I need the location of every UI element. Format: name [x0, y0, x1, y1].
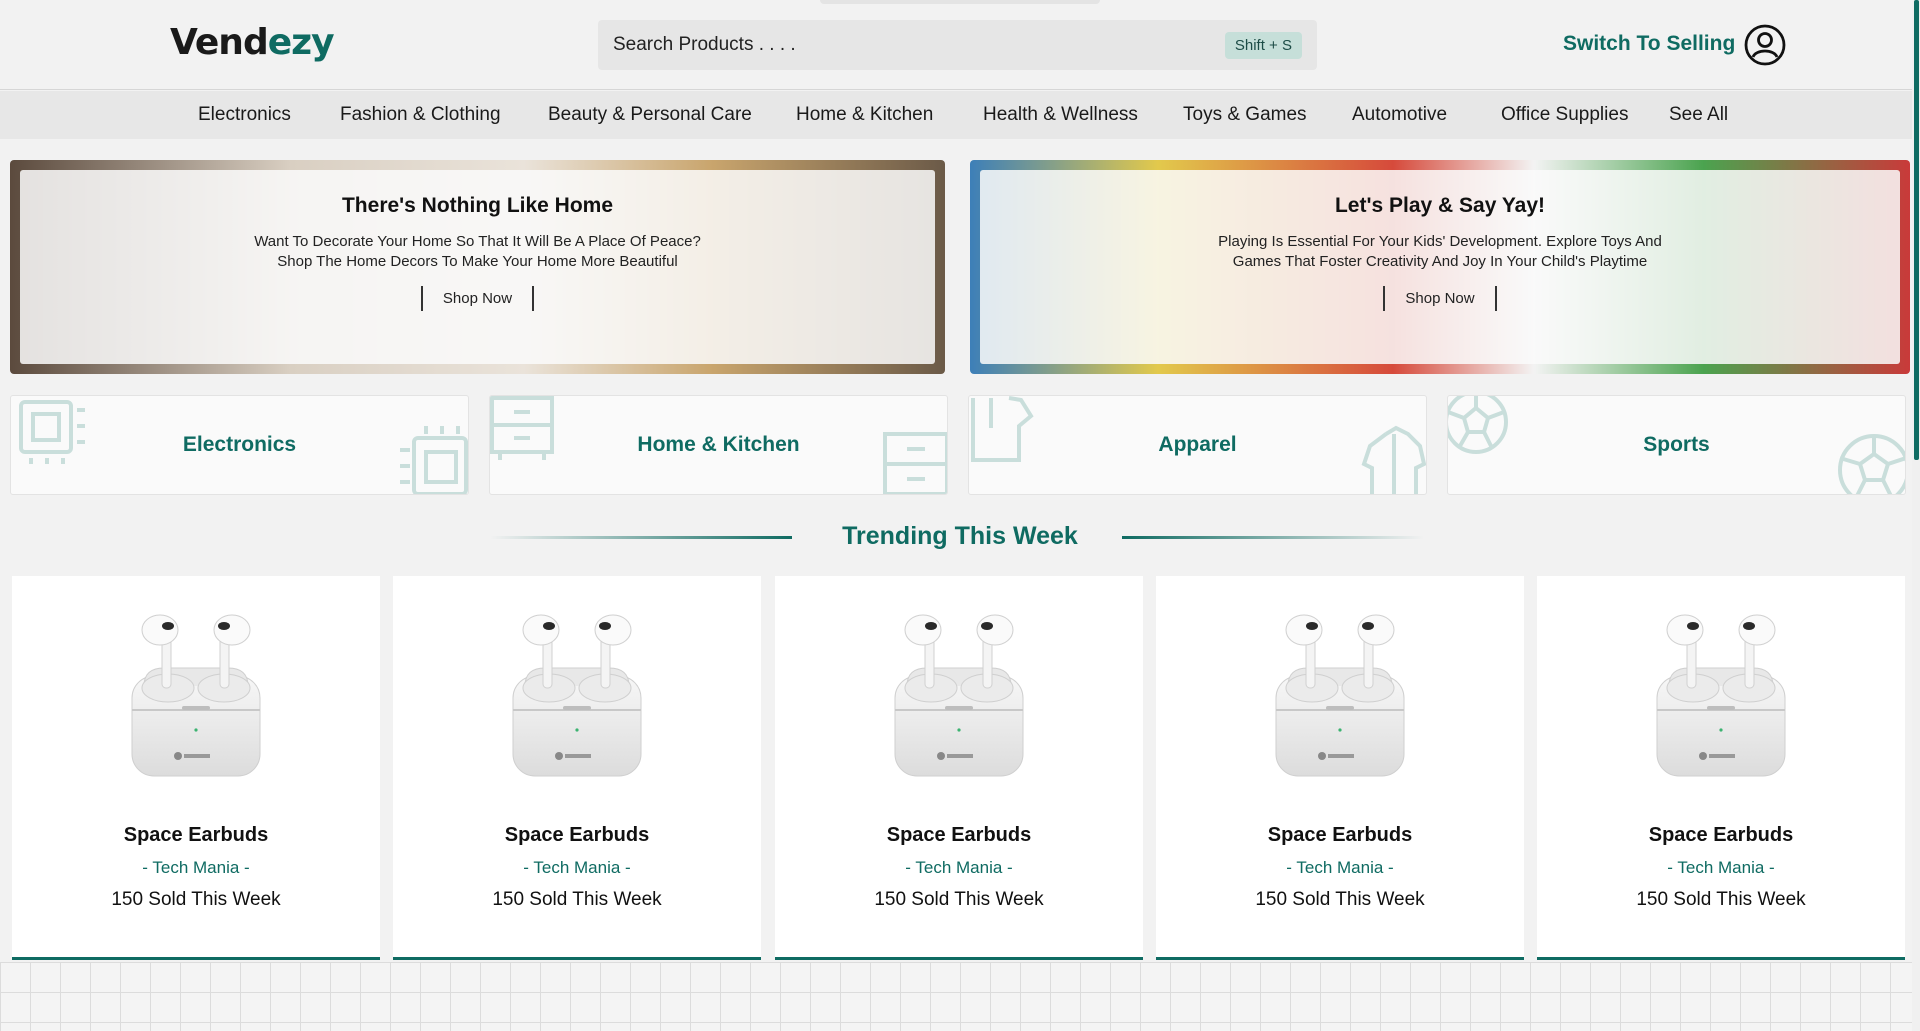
product-card[interactable]: Space Earbuds - Tech Mania - 150 Sold Th… — [775, 576, 1143, 960]
product-name[interactable]: Space Earbuds — [1537, 824, 1905, 847]
nav-item-health-wellness[interactable]: Health & Wellness — [983, 104, 1138, 126]
product-sold-count: 150 Sold This Week — [492, 889, 662, 910]
earbuds-product-image — [1275, 614, 1405, 777]
logo-text-part1: Vend — [170, 22, 269, 63]
earbuds-product-image — [131, 614, 261, 777]
nav-item-fashion-clothing[interactable]: Fashion & Clothing — [340, 104, 501, 126]
category-nav: Electronics Fashion & Clothing Beauty & … — [0, 91, 1920, 139]
category-card-home-kitchen[interactable]: Home & Kitchen — [489, 395, 948, 495]
category-card-apparel[interactable]: Apparel — [968, 395, 1427, 495]
product-name[interactable]: Space Earbuds — [12, 824, 380, 847]
product-name[interactable]: Space Earbuds — [1156, 824, 1524, 847]
category-label: Apparel — [1158, 433, 1237, 456]
nav-item-see-all[interactable]: See All — [1669, 104, 1728, 126]
banner-title: Let's Play & Say Yay! — [1334, 194, 1546, 217]
earbuds-product-image — [1656, 614, 1786, 777]
product-card[interactable]: Space Earbuds - Tech Mania - 150 Sold Th… — [393, 576, 761, 960]
shop-now-button[interactable]: Shop Now — [420, 286, 535, 311]
decorative-grid-background — [0, 962, 1912, 1031]
product-brand[interactable]: - Tech Mania - — [12, 858, 380, 878]
category-card-electronics[interactable]: Electronics — [10, 395, 469, 495]
product-brand[interactable]: - Tech Mania - — [1156, 858, 1524, 878]
switch-to-selling-link[interactable]: Switch To Selling — [1563, 32, 1735, 56]
product-brand[interactable]: - Tech Mania - — [393, 858, 761, 878]
category-label: Sports — [1643, 433, 1710, 456]
product-sold-count: 150 Sold This Week — [1636, 889, 1806, 910]
banner-card: There's Nothing Like Home Want To Decora… — [20, 170, 935, 364]
product-brand[interactable]: - Tech Mania - — [1537, 858, 1905, 878]
shop-now-button[interactable]: Shop Now — [1383, 286, 1497, 311]
search-input[interactable]: Search Products . . . . Shift + S — [598, 20, 1317, 70]
product-card[interactable]: Space Earbuds - Tech Mania - 150 Sold Th… — [1537, 576, 1905, 960]
product-card[interactable]: Space Earbuds - Tech Mania - 150 Sold Th… — [12, 576, 380, 960]
nav-item-electronics[interactable]: Electronics — [198, 104, 291, 126]
user-circle-icon[interactable] — [1744, 24, 1786, 66]
nav-item-office-supplies[interactable]: Office Supplies — [1501, 104, 1628, 126]
trending-title: Trending This Week — [842, 522, 1078, 550]
product-name[interactable]: Space Earbuds — [393, 824, 761, 847]
toys-banner: Let's Play & Say Yay! Playing Is Essenti… — [970, 160, 1910, 374]
scrollbar-thumb[interactable] — [1914, 0, 1919, 460]
search-shortcut-badge: Shift + S — [1224, 31, 1302, 59]
home-decor-banner: There's Nothing Like Home Want To Decora… — [10, 160, 945, 374]
product-sold-count: 150 Sold This Week — [111, 889, 281, 910]
earbuds-product-image — [512, 614, 642, 777]
category-card-sports[interactable]: Sports — [1447, 395, 1906, 495]
nav-item-automotive[interactable]: Automotive — [1352, 104, 1447, 126]
top-edge-tab — [820, 0, 1100, 4]
banner-title: There's Nothing Like Home — [341, 194, 614, 217]
nav-item-beauty-personal-care[interactable]: Beauty & Personal Care — [548, 104, 752, 126]
banner-description: Want To Decorate Your Home So That It Wi… — [254, 233, 701, 270]
category-label: Home & Kitchen — [637, 433, 800, 456]
product-brand[interactable]: - Tech Mania - — [775, 858, 1143, 878]
product-name[interactable]: Space Earbuds — [775, 824, 1143, 847]
category-label: Electronics — [182, 433, 297, 456]
product-sold-count: 150 Sold This Week — [1255, 889, 1425, 910]
product-card[interactable]: Space Earbuds - Tech Mania - 150 Sold Th… — [1156, 576, 1524, 960]
nav-item-home-kitchen[interactable]: Home & Kitchen — [796, 104, 933, 126]
logo[interactable]: Vendezy — [170, 22, 335, 63]
banner-description: Playing Is Essential For Your Kids' Deve… — [1218, 233, 1662, 270]
product-sold-count: 150 Sold This Week — [874, 889, 1044, 910]
banner-card: Let's Play & Say Yay! Playing Is Essenti… — [980, 170, 1900, 364]
earbuds-product-image — [894, 614, 1024, 777]
site-header: Vendezy Search Products . . . . Shift + … — [0, 0, 1920, 90]
search-placeholder[interactable]: Search Products . . . . — [613, 34, 1225, 56]
nav-item-toys-games[interactable]: Toys & Games — [1183, 104, 1307, 126]
logo-text-part2: ezy — [267, 22, 335, 63]
